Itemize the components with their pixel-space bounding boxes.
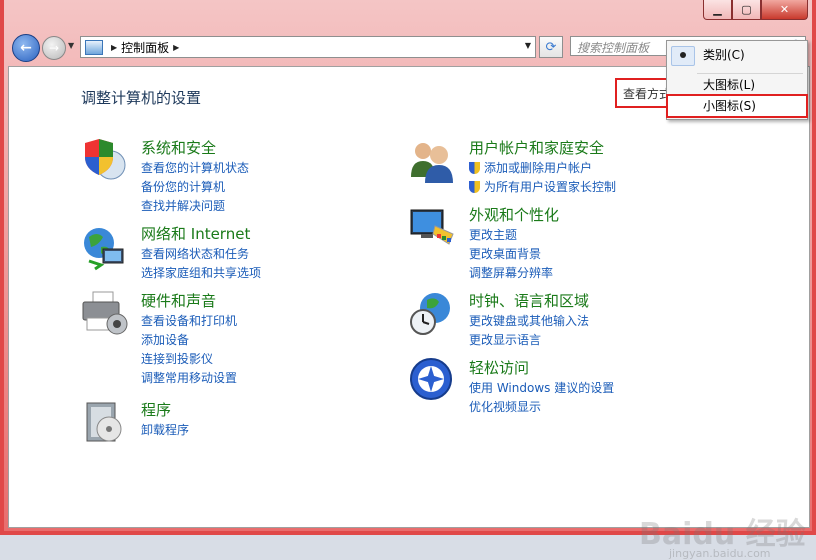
menu-item-label: 大图标(L): [703, 78, 756, 92]
control-panel-icon: [85, 39, 103, 55]
radio-bullet-icon: [680, 52, 686, 58]
back-button[interactable]: ←: [12, 34, 40, 62]
monitor-paint-icon: [409, 204, 457, 252]
category-user-accounts: 用户帐户和家庭安全 添加或删除用户帐户 为所有用户设置家长控制: [409, 137, 709, 197]
menu-item-large-icons[interactable]: 大图标(L): [667, 74, 807, 96]
menu-item-label: 小图标(S): [703, 99, 756, 113]
link-change-display-language[interactable]: 更改显示语言: [469, 331, 589, 350]
category-title[interactable]: 轻松访问: [469, 357, 529, 378]
link-change-keyboard[interactable]: 更改键盘或其他输入法: [469, 312, 589, 331]
menu-item-category[interactable]: 类别(C): [667, 44, 807, 66]
view-by-menu: 类别(C) 大图标(L) 小图标(S): [666, 40, 808, 120]
link-mobility-settings[interactable]: 调整常用移动设置: [141, 369, 237, 388]
menu-item-small-icons[interactable]: 小图标(S): [666, 94, 808, 118]
link-troubleshoot[interactable]: 查找并解决问题: [141, 197, 249, 216]
category-clock-language-region: 时钟、语言和区域 更改键盘或其他输入法 更改显示语言: [409, 290, 709, 347]
category-title[interactable]: 时钟、语言和区域: [469, 290, 589, 311]
printer-icon: [81, 290, 129, 338]
address-dropdown-icon[interactable]: ▼: [525, 41, 531, 50]
link-screen-resolution[interactable]: 调整屏幕分辨率: [469, 264, 553, 283]
page-title: 调整计算机的设置: [81, 89, 202, 107]
menu-item-label: 类别(C): [703, 48, 745, 62]
minimize-button[interactable]: ▁: [703, 0, 732, 20]
network-globe-icon: [81, 223, 129, 271]
category-title[interactable]: 网络和 Internet: [141, 223, 250, 244]
link-connect-projector[interactable]: 连接到投影仪: [141, 350, 237, 369]
address-bar[interactable]: ▶ 控制面板 ▶ ▼: [80, 36, 536, 58]
link-backup-computer[interactable]: 备份您的计算机: [141, 178, 249, 197]
clock-globe-icon: [409, 290, 457, 338]
link-add-remove-accounts[interactable]: 添加或删除用户帐户: [469, 159, 616, 178]
shield-icon: [81, 137, 129, 185]
category-title[interactable]: 系统和安全: [141, 137, 216, 158]
category-ease-of-access: 轻松访问 使用 Windows 建议的设置 优化视频显示: [409, 357, 709, 414]
link-network-status[interactable]: 查看网络状态和任务: [141, 245, 261, 264]
control-panel-window: ▁ ▢ ✕ ← → ▼ ▶ 控制面板 ▶ ▼ ⟳ 搜索控制面板 ⚲ 调整计算机的…: [0, 0, 816, 560]
link-recommended-settings[interactable]: 使用 Windows 建议的设置: [469, 379, 614, 398]
title-bar: ▁ ▢ ✕: [0, 0, 816, 28]
caption-buttons: ▁ ▢ ✕: [703, 0, 808, 20]
link-view-computer-status[interactable]: 查看您的计算机状态: [141, 159, 249, 178]
users-icon: [409, 137, 457, 185]
link-optimize-visual-display[interactable]: 优化视频显示: [469, 398, 614, 417]
category-title[interactable]: 用户帐户和家庭安全: [469, 137, 604, 158]
main-content: 调整计算机的设置 查看方式: 类别▼ 系统和安全 查看您的计算机状态 备份您的计…: [8, 66, 810, 560]
link-change-theme[interactable]: 更改主题: [469, 226, 553, 245]
history-dropdown-icon[interactable]: ▼: [68, 41, 74, 50]
link-add-device[interactable]: 添加设备: [141, 331, 237, 350]
link-homegroup-sharing[interactable]: 选择家庭组和共享选项: [141, 264, 261, 283]
category-title[interactable]: 外观和个性化: [469, 204, 559, 225]
category-title[interactable]: 硬件和声音: [141, 290, 216, 311]
category-network-internet: 网络和 Internet 查看网络状态和任务 选择家庭组和共享选项: [81, 223, 381, 280]
breadcrumb-chevron-icon[interactable]: ▶: [173, 43, 179, 52]
close-button[interactable]: ✕: [761, 0, 808, 20]
category-hardware-sound: 硬件和声音 查看设备和打印机 添加设备 连接到投影仪 调整常用移动设置: [81, 290, 381, 385]
category-system-security: 系统和安全 查看您的计算机状态 备份您的计算机 查找并解决问题: [81, 137, 381, 213]
baidu-watermark-url: jingyan.baidu.com: [669, 547, 771, 560]
forward-button[interactable]: →: [42, 36, 66, 60]
search-placeholder: 搜索控制面板: [577, 41, 650, 55]
refresh-button[interactable]: ⟳: [539, 36, 563, 58]
category-title[interactable]: 程序: [141, 399, 171, 420]
category-programs: 程序 卸载程序: [81, 399, 381, 449]
maximize-button[interactable]: ▢: [732, 0, 761, 20]
breadcrumb-chevron-icon[interactable]: ▶: [111, 43, 117, 52]
forward-arrow-icon: →: [48, 41, 60, 55]
link-desktop-background[interactable]: 更改桌面背景: [469, 245, 553, 264]
breadcrumb-control-panel[interactable]: 控制面板: [121, 39, 169, 56]
link-uninstall-program[interactable]: 卸载程序: [141, 421, 189, 440]
category-appearance: 外观和个性化 更改主题 更改桌面背景 调整屏幕分辨率: [409, 204, 709, 280]
link-devices-printers[interactable]: 查看设备和打印机: [141, 312, 237, 331]
refresh-icon: ⟳: [545, 39, 557, 55]
programs-box-icon: [81, 399, 129, 447]
ease-of-access-icon: [409, 357, 457, 405]
link-parental-controls[interactable]: 为所有用户设置家长控制: [469, 178, 616, 197]
back-arrow-icon: ←: [20, 40, 32, 56]
